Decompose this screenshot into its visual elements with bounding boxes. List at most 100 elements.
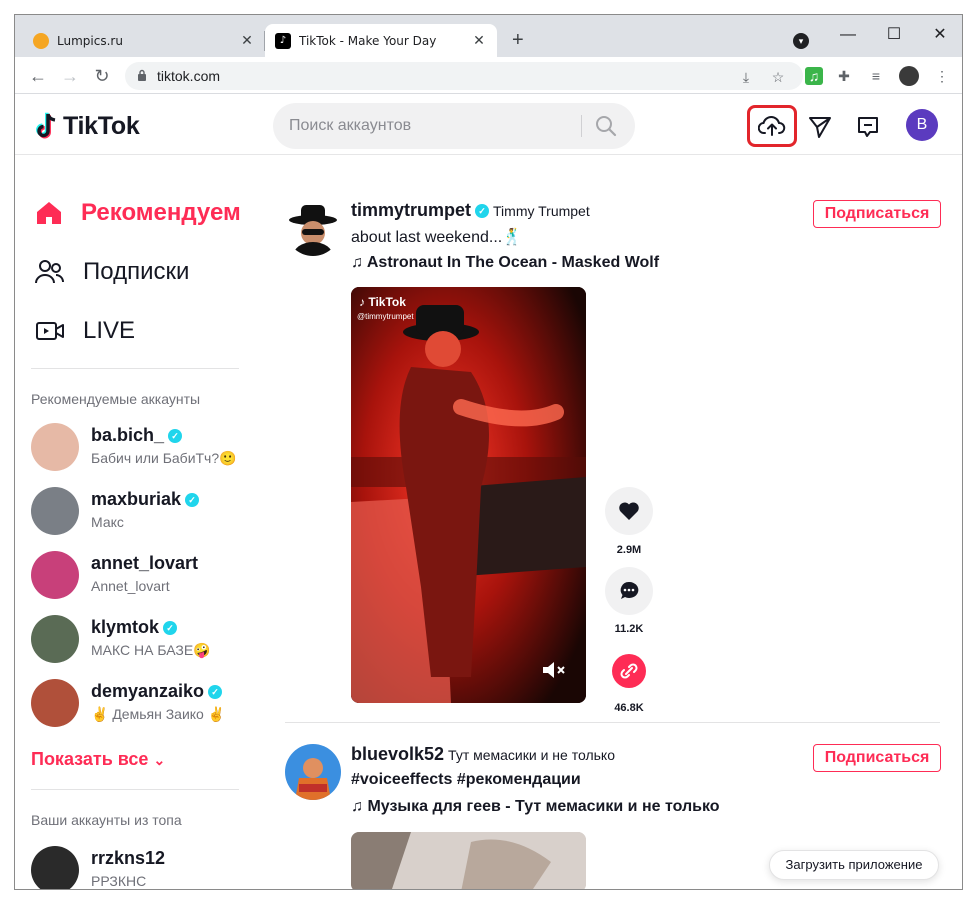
address-bar[interactable]: tiktok.com ⤓ ☆: [125, 62, 803, 90]
follow-button[interactable]: Подписаться: [813, 200, 941, 228]
tab-strip: Lumpics.ru ✕ ♪ TikTok - Make Your Day ✕ …: [15, 15, 962, 57]
sidebar-item-label: Рекомендуем: [81, 199, 241, 226]
post-nickname: Тут мемасики и не только: [448, 747, 615, 763]
comment-button[interactable]: [605, 567, 653, 615]
user-avatar[interactable]: B: [906, 109, 938, 141]
tiktok-logo[interactable]: TikTok: [35, 110, 140, 142]
suggested-account[interactable]: maxburiak ✓ Макс: [31, 487, 251, 537]
tab-search-icon[interactable]: ▾: [793, 33, 809, 49]
music-extension-icon[interactable]: ♫: [805, 67, 823, 85]
sidebar: Рекомендуем Подписки LIVE Рекомендуемые …: [15, 156, 255, 889]
share-button[interactable]: [605, 647, 653, 695]
account-username: ba.bich_: [91, 425, 165, 445]
video-frame: [351, 287, 586, 703]
account-username-row: klymtok ✓: [91, 617, 178, 638]
url-text: tiktok.com: [157, 68, 221, 84]
tab-close-icon[interactable]: ✕: [239, 33, 255, 49]
install-app-icon[interactable]: ⤓: [737, 68, 755, 86]
suggested-account[interactable]: demyanzaiko ✓ ✌️ Демьян Заико ✌️: [31, 679, 251, 729]
post-author[interactable]: timmytrumpet ✓ Timmy Trumpet: [351, 200, 590, 221]
tiktok-header: TikTok B: [15, 95, 962, 155]
upload-button[interactable]: [747, 105, 797, 147]
search-input[interactable]: [289, 103, 579, 149]
sidebar-item-for-you[interactable]: Рекомендуем: [35, 193, 241, 233]
post-description: about last weekend...🕺: [351, 229, 523, 246]
avatar: [31, 487, 79, 535]
sidebar-divider: [31, 368, 239, 369]
mute-icon[interactable]: [541, 659, 567, 681]
suggested-account[interactable]: annet_lovart Annet_lovart: [31, 551, 251, 601]
sidebar-item-label: LIVE: [83, 317, 136, 344]
bookmark-star-icon[interactable]: ☆: [769, 68, 787, 86]
messages-icon[interactable]: [855, 114, 881, 140]
sidebar-item-live[interactable]: LIVE: [35, 311, 135, 351]
video-watermark: ♪ TikTok: [359, 295, 406, 309]
account-username: maxburiak: [91, 489, 182, 509]
account-username: annet_lovart: [91, 553, 199, 573]
feed-post: timmytrumpet ✓ Timmy Trumpet about last we…: [285, 200, 945, 714]
video-player[interactable]: [351, 832, 586, 889]
comment-count: 11.2K: [614, 623, 644, 635]
tab-lumpics[interactable]: Lumpics.ru ✕: [23, 24, 265, 57]
post-description: #voiceeffects #рекомендации: [351, 771, 581, 788]
account-username-row: maxburiak ✓: [91, 489, 200, 510]
show-all-label: Показать все: [31, 749, 149, 769]
media-queue-icon[interactable]: ≡: [867, 67, 885, 85]
post-nickname: Timmy Trumpet: [493, 203, 590, 219]
verified-badge-icon: ✓: [208, 685, 223, 699]
post-music-row[interactable]: ♫ Astronaut In The Ocean - Masked Wolf: [351, 254, 659, 272]
browser-window: Lumpics.ru ✕ ♪ TikTok - Make Your Day ✕ …: [14, 14, 963, 890]
get-app-button[interactable]: Загрузить приложение: [769, 850, 939, 880]
tab-tiktok[interactable]: ♪ TikTok - Make Your Day ✕: [265, 24, 497, 57]
profile-avatar-icon[interactable]: [899, 66, 919, 86]
chevron-down-icon: ⌄: [153, 752, 166, 768]
avatar: [31, 423, 79, 471]
post-avatar[interactable]: [285, 744, 341, 800]
live-icon: [36, 322, 64, 340]
browser-toolbar: ← → ↻ tiktok.com ⤓ ☆ ♫ ✚ ≡ ⋮: [15, 57, 962, 94]
suggested-title: Рекомендуемые аккаунты: [31, 391, 201, 407]
link-share-icon: [612, 654, 646, 688]
suggested-account[interactable]: ba.bich_ ✓ Бабич или БабиТч?🙂: [31, 423, 251, 473]
account-nickname: МАКС НА БАЗЕ🤪: [91, 642, 211, 658]
post-avatar[interactable]: [285, 200, 341, 256]
post-author[interactable]: bluevolk52 Тут мемасики и не только: [351, 744, 615, 765]
account-nickname: ✌️ Демьян Заико ✌️: [91, 706, 226, 722]
account-username-row: demyanzaiko ✓: [91, 681, 223, 702]
show-all-link[interactable]: Показать все ⌄: [31, 749, 165, 770]
sidebar-divider: [31, 789, 239, 790]
home-icon: [37, 202, 61, 224]
account-username: demyanzaiko: [91, 681, 205, 701]
reload-icon[interactable]: ↻: [89, 63, 115, 89]
post-avatar-image: [285, 200, 341, 256]
minimize-button[interactable]: —: [825, 21, 871, 49]
maximize-button[interactable]: ☐: [871, 21, 917, 49]
top-account[interactable]: rrzkns12 РРЗКНС: [31, 846, 251, 889]
like-count: 2.9M: [616, 544, 642, 556]
feed-divider: [285, 722, 940, 723]
video-player[interactable]: ♪ TikTok @timmytrumpet: [351, 287, 586, 703]
video-frame: [351, 832, 586, 889]
post-music: Музыка для геев - Тут мемасики и не толь…: [367, 798, 720, 815]
suggested-account[interactable]: klymtok ✓ МАКС НА БАЗЕ🤪: [31, 615, 251, 665]
new-tab-button[interactable]: +: [512, 29, 524, 52]
like-button[interactable]: [605, 487, 653, 535]
inbox-send-icon[interactable]: [807, 114, 833, 140]
menu-kebab-icon[interactable]: ⋮: [933, 67, 951, 85]
tab-close-icon[interactable]: ✕: [471, 33, 487, 49]
search-icon[interactable]: [595, 115, 617, 137]
post-music-row[interactable]: ♫ Музыка для геев - Тут мемасики и не то…: [351, 798, 720, 816]
follow-button[interactable]: Подписаться: [813, 744, 941, 772]
cloud-upload-icon: [758, 116, 786, 136]
close-window-button[interactable]: ✕: [917, 21, 962, 49]
extensions-puzzle-icon[interactable]: ✚: [835, 67, 853, 85]
video-watermark-text: TikTok: [368, 295, 406, 309]
verified-badge-icon: ✓: [168, 429, 183, 443]
sidebar-item-following[interactable]: Подписки: [35, 252, 189, 292]
comment-icon: [620, 581, 639, 599]
post-username: bluevolk52: [351, 744, 445, 764]
tab-title: Lumpics.ru: [57, 33, 123, 48]
forward-icon[interactable]: →: [57, 63, 83, 89]
back-icon[interactable]: ←: [25, 63, 51, 89]
avatar: [31, 615, 79, 663]
